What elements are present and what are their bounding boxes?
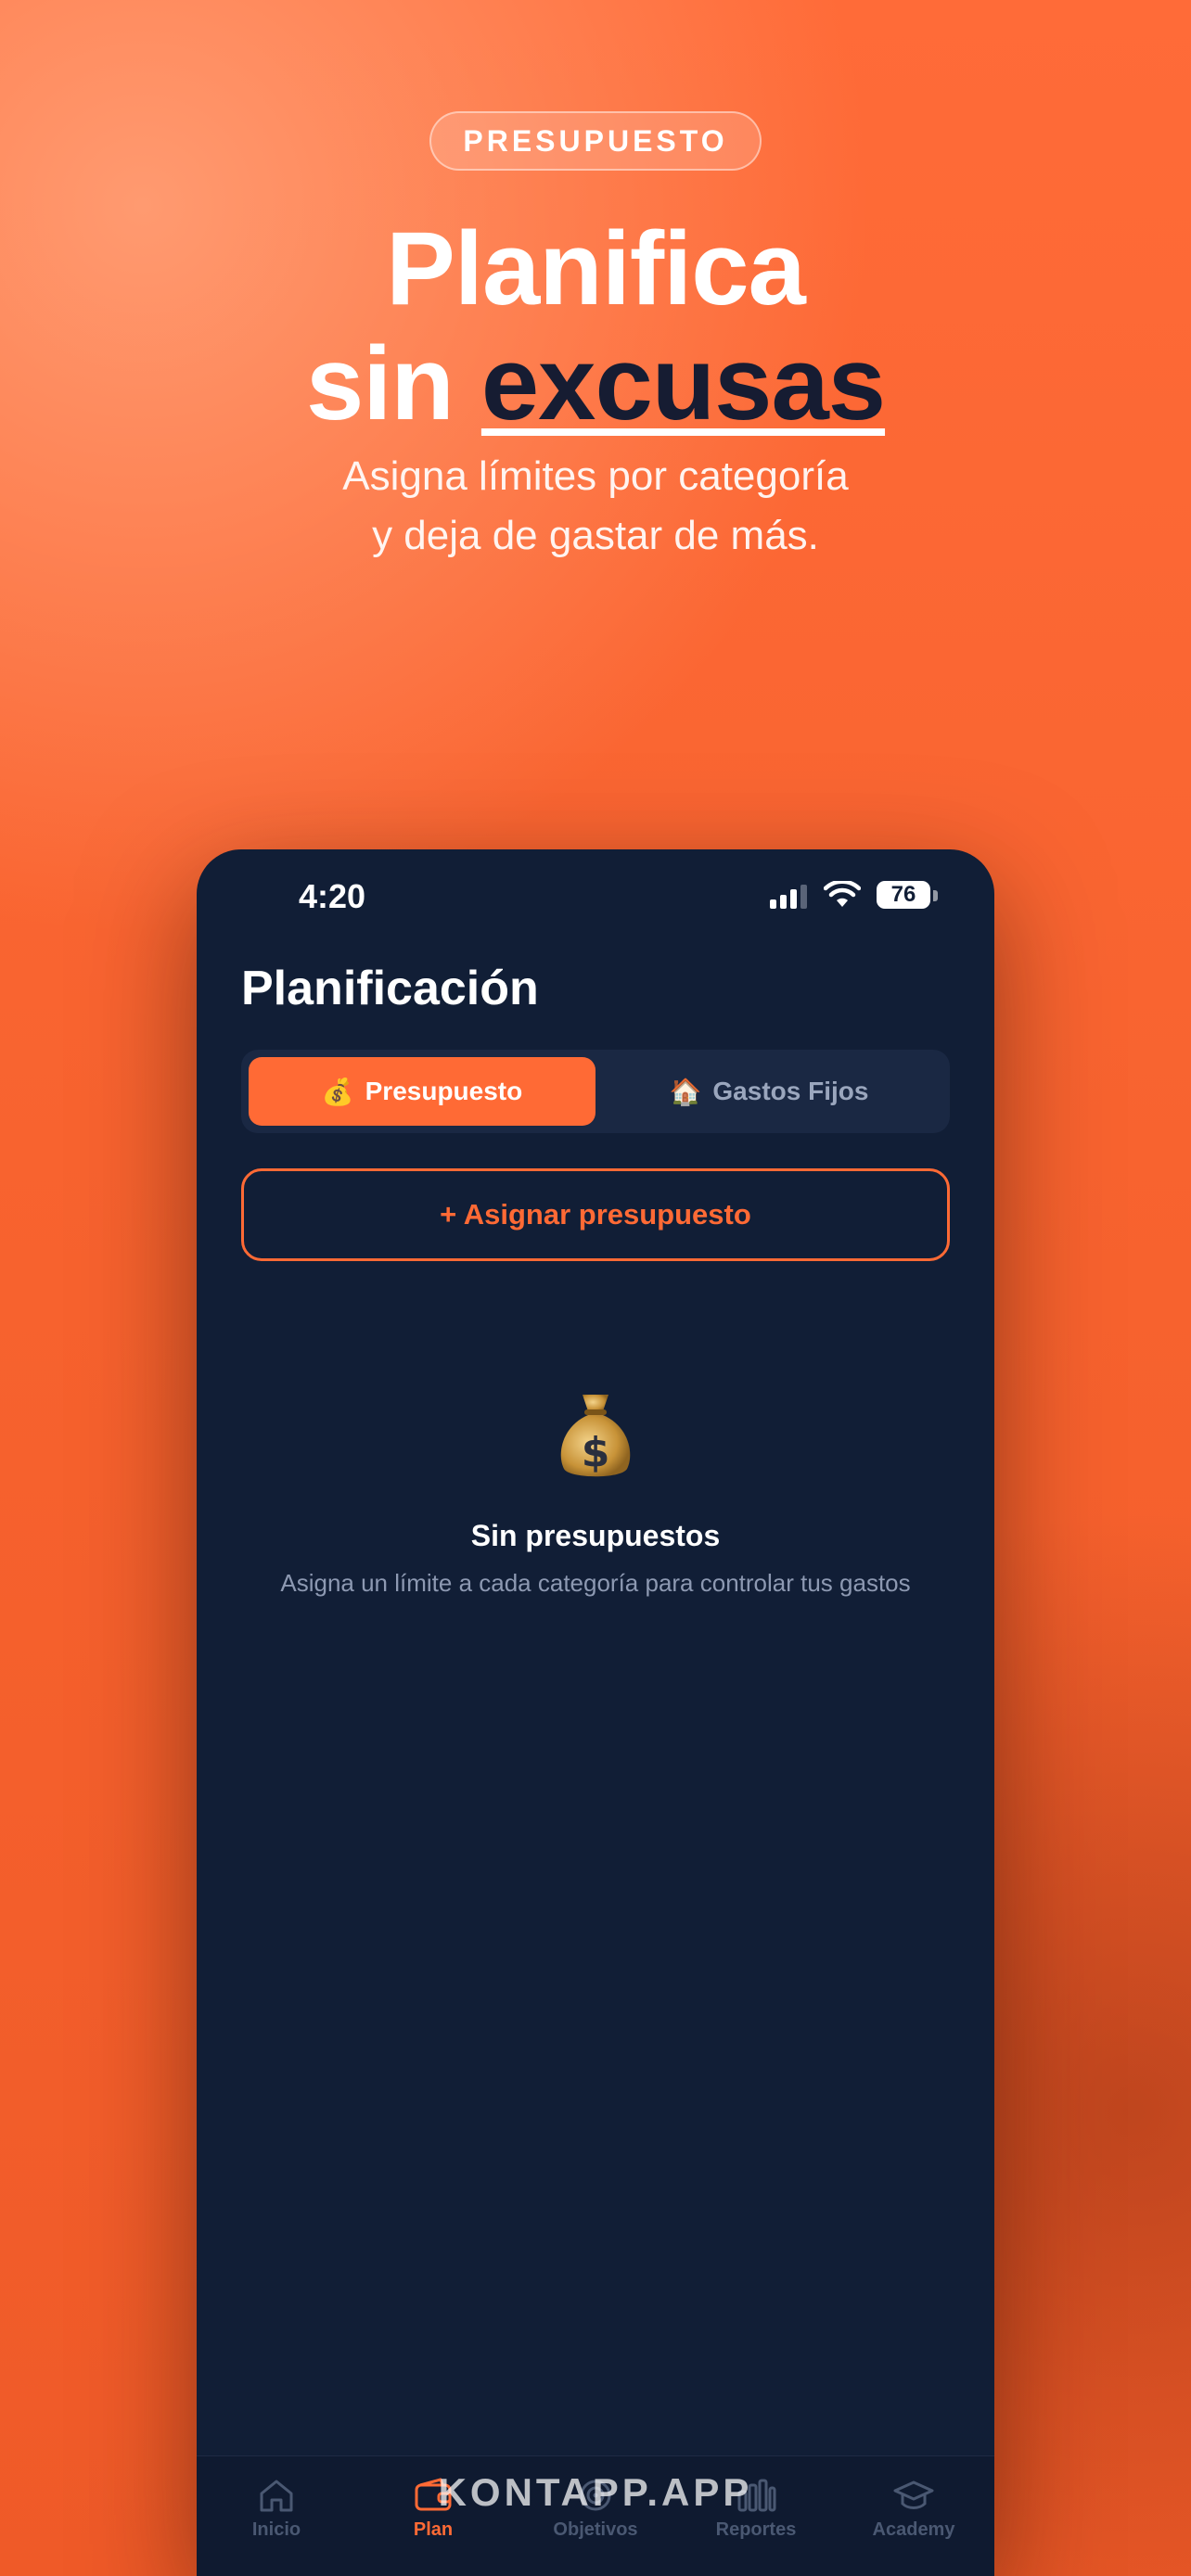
tabbar-label-reportes: Reportes [715,2519,797,2540]
subtitle-line-1: Asigna límites por categoría [342,453,849,499]
money-bag-icon: 💰 [321,1077,354,1106]
segmented-control: 💰 Presupuesto 🏠 Gastos Fijos [241,1050,950,1133]
category-badge: PRESUPUESTO [429,111,762,171]
headline-line-2: sin excusas [0,326,1191,441]
status-bar: 4:20 76 [197,849,994,951]
tabbar-item-academy[interactable]: Academy [844,2477,983,2560]
tabbar-label-academy: Academy [872,2519,955,2540]
tabbar-label-objetivos: Objetivos [553,2519,638,2540]
subtitle: Asigna límites por categoría y deja de g… [0,447,1191,566]
tab-gastos-fijos-label: Gastos Fijos [712,1077,869,1105]
cellular-signal-icon [770,885,807,909]
tabbar-item-inicio[interactable]: Inicio [207,2477,346,2560]
empty-state-description: Asigna un límite a cada categoría para c… [280,1569,911,1597]
battery-indicator: 76 [877,881,930,909]
tab-presupuesto-label: Presupuesto [365,1077,523,1105]
headline: Planifica sin excusas [0,211,1191,441]
svg-text:$: $ [582,1429,610,1476]
tabbar-item-reportes[interactable]: Reportes [686,2477,826,2560]
empty-state-title: Sin presupuestos [470,1519,721,1552]
tabbar-label-inicio: Inicio [251,2519,301,2540]
house-icon: 🏠 [669,1077,702,1106]
home-icon [260,2480,293,2512]
tab-presupuesto[interactable]: 💰 Presupuesto [249,1057,596,1126]
bar-chart-icon [737,2479,776,2512]
tabbar-item-plan[interactable]: Plan [364,2477,503,2560]
target-icon [580,2480,611,2511]
phone-screen: 4:20 76 Planificación 💰 Presupuesto 🏠 Ga… [197,849,994,2576]
battery-tip [933,890,938,901]
headline-line-1: Planifica [386,210,806,326]
assign-budget-button[interactable]: + Asignar presupuesto [241,1168,950,1261]
wallet-icon [415,2478,452,2511]
tabbar-item-objetivos[interactable]: Objetivos [526,2477,665,2560]
wifi-icon [824,881,861,907]
graduation-cap-icon [893,2480,934,2509]
tabbar-label-plan: Plan [413,2519,454,2540]
bottom-tab-bar: Inicio Plan Objetivos Reportes Academy [197,2455,994,2576]
subtitle-line-2: y deja de gastar de más. [372,513,819,558]
headline-line-2-prefix: sin [305,325,481,441]
page-title: Planificación [241,962,539,1015]
headline-accent-word: excusas [480,325,886,441]
money-bag-icon: $ [560,1395,631,1477]
tab-gastos-fijos[interactable]: 🏠 Gastos Fijos [596,1057,942,1126]
status-time: 4:20 [299,877,366,915]
